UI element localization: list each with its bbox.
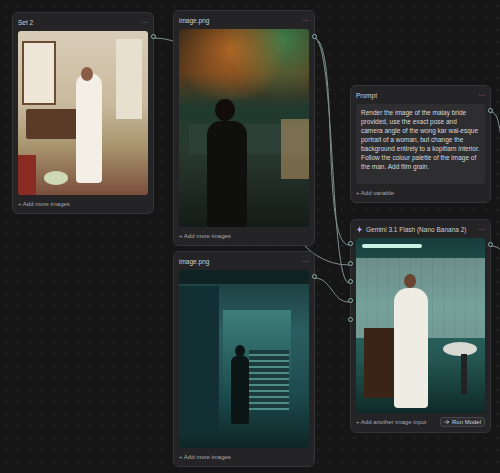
node-title-text: image.png [179, 258, 209, 265]
run-model-label: Run Model [452, 419, 481, 425]
workflow-canvas[interactable]: Set 2 ··· + Add more images image.png ··· + A… [0, 0, 500, 473]
connection-port[interactable] [312, 34, 317, 39]
add-button[interactable]: + Add more images [179, 454, 231, 460]
input-image [179, 270, 309, 448]
connection-edge [314, 38, 349, 283]
node-title-text: Set 2 [18, 19, 33, 26]
node-footer: + Add another image input Run Model [356, 417, 485, 427]
connection-port[interactable] [348, 298, 353, 303]
connection-edge [490, 246, 500, 252]
image-node[interactable]: image.png ··· + Add more images [173, 10, 315, 246]
prompt-node[interactable]: Prompt ··· Render the image of the malay b… [350, 85, 491, 203]
connection-port[interactable] [488, 108, 493, 113]
node-footer: + Add variable [356, 188, 485, 197]
node-title: image.png [179, 258, 209, 265]
node-footer: + Add more images [18, 199, 148, 208]
connection-port[interactable] [348, 261, 353, 266]
node-header: image.png ··· [179, 15, 309, 25]
node-header: Prompt ··· [356, 90, 485, 100]
node-menu[interactable]: ··· [479, 92, 486, 99]
node-menu[interactable]: ··· [303, 17, 310, 24]
node-menu[interactable]: ··· [142, 19, 149, 26]
node-title: image.png [179, 17, 209, 24]
sparkle-icon [356, 226, 363, 233]
node-title-text: image.png [179, 17, 209, 24]
node-title: Set 2 [18, 19, 33, 26]
add-button[interactable]: + Add variable [356, 190, 394, 196]
connection-edge [491, 112, 500, 160]
node-title: Prompt [356, 92, 377, 99]
run-model-button[interactable]: Run Model [440, 417, 485, 427]
node-footer: + Add more images [179, 452, 309, 461]
add-button[interactable]: + Add another image input [356, 419, 426, 425]
image-node[interactable]: image.png ··· + Add more images [173, 251, 315, 467]
output-image [356, 238, 485, 413]
node-title: Gemini 3.1 Flash (Nano Banana 2) [356, 226, 466, 233]
connection-edge [314, 38, 349, 245]
connection-port[interactable] [488, 242, 493, 247]
node-menu[interactable]: ··· [303, 258, 310, 265]
connection-edge [314, 278, 349, 302]
connection-port[interactable] [348, 241, 353, 246]
arrow-icon [444, 419, 450, 425]
input-image [18, 31, 148, 195]
node-header: image.png ··· [179, 256, 309, 266]
connection-port[interactable] [348, 317, 353, 322]
node-header: Gemini 3.1 Flash (Nano Banana 2) ··· [356, 224, 485, 234]
node-footer: + Add more images [179, 231, 309, 240]
node-title-text: Gemini 3.1 Flash (Nano Banana 2) [366, 226, 466, 233]
prompt-text[interactable]: Render the image of the malay bride prov… [356, 104, 485, 184]
connection-port[interactable] [312, 274, 317, 279]
node-header: Set 2 ··· [18, 17, 148, 27]
connection-port[interactable] [151, 34, 156, 39]
node-title-text: Prompt [356, 92, 377, 99]
image-node[interactable]: Set 2 ··· + Add more images [12, 12, 154, 214]
input-image [179, 29, 309, 227]
add-button[interactable]: + Add more images [179, 233, 231, 239]
node-menu[interactable]: ··· [479, 226, 486, 233]
model-node[interactable]: Gemini 3.1 Flash (Nano Banana 2) ··· + Add… [350, 219, 491, 433]
connection-port[interactable] [348, 279, 353, 284]
add-button[interactable]: + Add more images [18, 201, 70, 207]
